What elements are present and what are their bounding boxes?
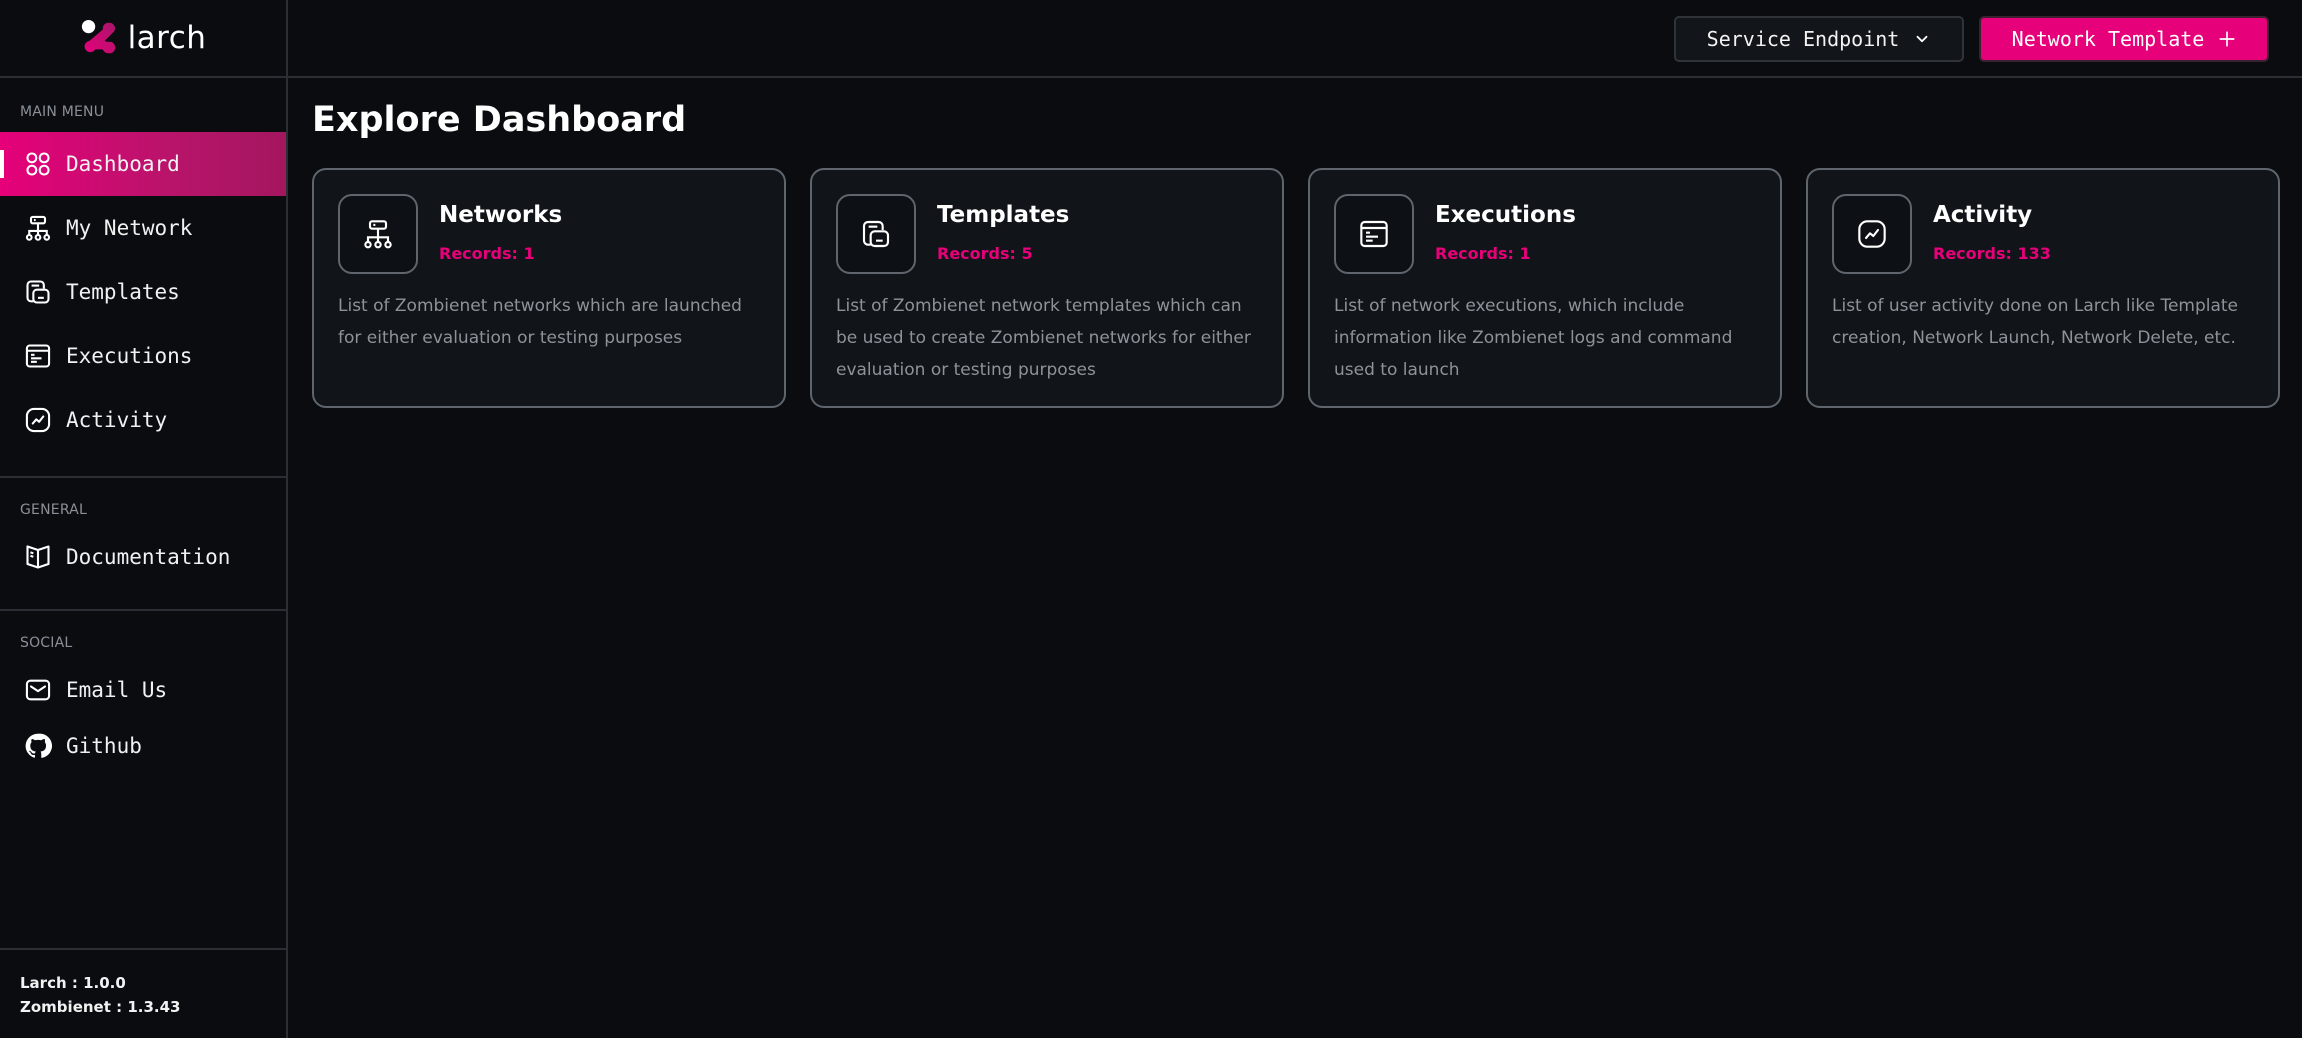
card-title: Templates [937,202,1070,228]
mail-icon [25,679,51,701]
sidebar-item-label: My Network [66,216,193,240]
card-activity[interactable]: Activity Records: 133 List of user activ… [1806,168,2280,408]
sidebar-item-label: Documentation [66,545,231,569]
section-label-general: GENERAL [20,502,87,518]
sidebar-divider [0,948,286,950]
larch-logo-icon [81,19,115,54]
logo[interactable]: larch [0,0,286,78]
card-records: Records: 133 [1933,244,2051,263]
sidebar-item-label: Activity [66,408,168,432]
card-templates[interactable]: Templates Records: 5 List of Zombienet n… [810,168,1284,408]
version-value: 1.0.0 [83,974,126,992]
topbar: Service Endpoint Network Template [288,0,2302,78]
card-description: List of Zombienet networks which are lau… [338,296,742,348]
version-label: Larch : [20,974,78,992]
sidebar: larch MAIN MENU Dashboard My Network Tem… [0,0,288,1038]
card-executions[interactable]: Executions Records: 1 List of network ex… [1308,168,1782,408]
chevron-down-icon [1916,35,1928,43]
version-larch: Larch : 1.0.0 [20,971,181,995]
card-description: List of network executions, which includ… [1334,296,1733,380]
sidebar-item-email-us[interactable]: Email Us [0,658,286,722]
network-template-label: Network Template [2011,27,2205,51]
activity-icon [25,407,51,433]
service-endpoint-label: Service Endpoint [1706,27,1900,51]
sidebar-item-github[interactable]: Github [0,714,286,778]
card-title: Executions [1435,202,1576,228]
sidebar-item-documentation[interactable]: Documentation [0,525,286,589]
card-records: Records: 5 [937,244,1033,263]
dashboard-cards: Networks Records: 1 List of Zombienet ne… [312,168,2280,408]
sidebar-item-label: Executions [66,344,193,368]
version-value: 1.3.43 [127,998,181,1016]
card-records: Records: 1 [1435,244,1531,263]
section-label-main-menu: MAIN MENU [20,104,105,120]
executions-icon [1360,220,1388,248]
version-info: Larch : 1.0.0 Zombienet : 1.3.43 [20,971,181,1019]
sidebar-item-dashboard[interactable]: Dashboard [0,132,286,196]
templates-icon [862,220,890,248]
section-label-social: SOCIAL [20,635,73,651]
card-networks[interactable]: Networks Records: 1 List of Zombienet ne… [312,168,786,408]
book-icon [26,545,50,569]
sidebar-divider [0,476,286,478]
card-icon-box [1832,194,1912,274]
page-title: Explore Dashboard [312,100,687,140]
card-title: Networks [439,202,563,228]
app-root: larch MAIN MENU Dashboard My Network Tem… [0,0,2302,1038]
sidebar-item-executions[interactable]: Executions [0,324,286,388]
version-zombienet: Zombienet : 1.3.43 [20,995,181,1019]
sidebar-item-activity[interactable]: Activity [0,388,286,452]
card-icon-box [338,194,418,274]
card-records: Records: 1 [439,244,535,263]
plus-icon [2219,31,2235,47]
dashboard-grid-icon [26,152,50,176]
sidebar-item-templates[interactable]: Templates [0,260,286,324]
card-description: List of user activity done on Larch like… [1832,296,2239,348]
app-name: larch [127,20,207,56]
github-icon [25,733,52,758]
activity-icon [1858,220,1886,248]
executions-icon [25,344,51,368]
card-icon-box [836,194,916,274]
card-title: Activity [1933,202,2033,228]
sidebar-item-label: Templates [66,280,180,304]
card-description: List of Zombienet network templates whic… [836,296,1251,380]
sidebar-divider [0,609,286,611]
version-label: Zombienet : [20,998,123,1016]
sidebar-item-label: Github [66,734,142,758]
sidebar-item-my-network[interactable]: My Network [0,196,286,260]
card-icon-box [1334,194,1414,274]
sidebar-item-label: Dashboard [66,152,180,176]
network-icon [364,220,392,249]
service-endpoint-dropdown[interactable]: Service Endpoint [1674,16,1964,62]
network-template-button[interactable]: Network Template [1979,16,2269,62]
network-icon [25,215,51,241]
templates-icon [26,280,50,304]
sidebar-item-label: Email Us [66,678,168,702]
